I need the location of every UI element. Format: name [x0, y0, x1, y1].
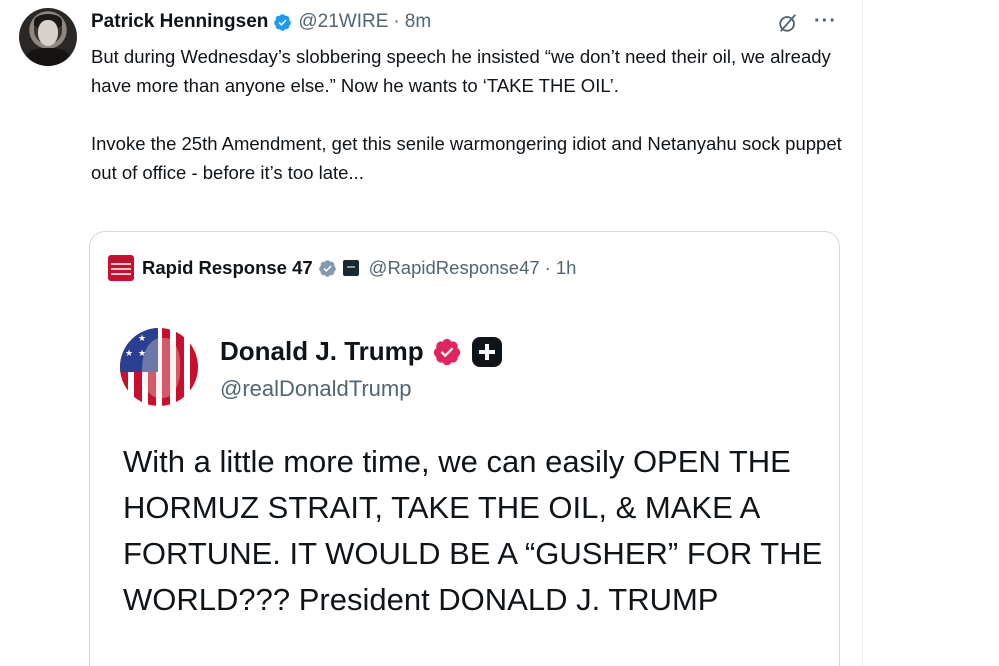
trump-avatar: ★ ★ ★ ★	[120, 328, 198, 406]
post-text: But during Wednesday’s slobbering speech…	[91, 42, 851, 187]
author-avatar[interactable]	[19, 8, 77, 66]
government-badge-icon[interactable]	[342, 260, 359, 276]
flag-star: ★	[125, 333, 134, 343]
more-icon[interactable]: ···	[814, 10, 837, 33]
flag-star: ★	[125, 348, 134, 358]
post-header: Patrick Henningsen @21WIRE · 8m	[91, 9, 431, 35]
author-name[interactable]: Patrick Henningsen	[91, 11, 268, 33]
quoted-header-separator: ·	[544, 257, 551, 278]
pink-verified-badge-icon	[433, 338, 460, 365]
embedded-post-text: With a little more time, we can easily O…	[123, 444, 823, 617]
quoted-post-header: Rapid Response 47 @RapidResponse47 · 1h	[108, 254, 576, 282]
embedded-name-row: Donald J. Trump	[220, 336, 502, 367]
logo-stripe	[111, 273, 131, 275]
flag-star: ★	[138, 333, 147, 343]
quoted-timestamp[interactable]: 1h	[556, 257, 577, 279]
gray-verified-badge-icon[interactable]	[318, 259, 337, 278]
truth-social-plus-icon	[471, 336, 502, 367]
verified-badge-icon[interactable]	[273, 13, 292, 32]
avatar-face	[38, 20, 58, 46]
quoted-post-card[interactable]: Rapid Response 47 @RapidResponse47 · 1h …	[89, 231, 840, 666]
header-separator: ·	[393, 11, 400, 32]
grok-icon[interactable]	[777, 12, 799, 34]
post-text-paragraph-2: Invoke the 25th Amendment, get this seni…	[91, 133, 842, 183]
embedded-author-name: Donald J. Trump	[220, 336, 424, 366]
column-divider	[862, 0, 863, 666]
logo-stripe	[111, 263, 131, 265]
avatar-body	[25, 48, 71, 66]
avatar-profile	[142, 338, 180, 398]
post-text-paragraph-1: But during Wednesday’s slobbering speech…	[91, 46, 831, 96]
tweet-detail-page: Patrick Henningsen @21WIRE · 8m ··· But …	[0, 0, 999, 666]
quoted-author-name[interactable]: Rapid Response 47	[142, 257, 313, 279]
author-handle[interactable]: @21WIRE	[298, 11, 388, 33]
quoted-author-handle[interactable]: @RapidResponse47	[369, 257, 540, 279]
post-timestamp[interactable]: 8m	[405, 11, 431, 33]
logo-stripe	[111, 268, 131, 270]
embedded-author-handle: @realDonaldTrump	[220, 376, 412, 401]
rapid-response-avatar[interactable]	[108, 255, 134, 281]
